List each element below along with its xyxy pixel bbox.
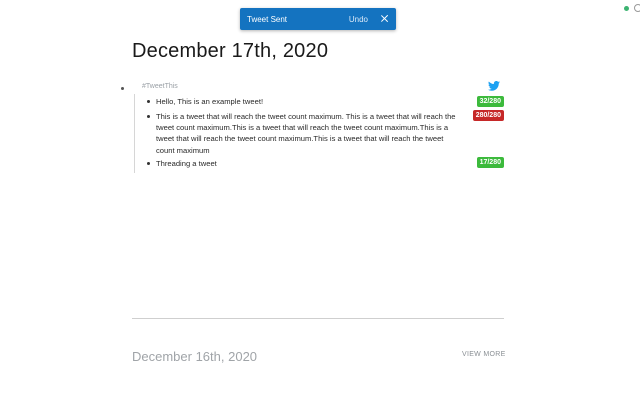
root-block-label[interactable]: #TweetThis (142, 83, 178, 90)
undo-button[interactable]: Undo (349, 15, 368, 24)
next-page-title[interactable]: December 16th, 2020 (132, 349, 257, 364)
edge-ring-icon (634, 4, 640, 12)
tweet-text[interactable]: Hello, This is an example tweet! (156, 96, 464, 107)
tweet-text[interactable]: This is a tweet that will reach the twee… (156, 111, 464, 156)
root-bullet[interactable] (121, 87, 124, 90)
char-count-badge: 32/280 (476, 96, 504, 107)
close-icon[interactable] (381, 15, 389, 23)
thread-line (134, 94, 135, 173)
twitter-bird-icon[interactable] (488, 81, 500, 91)
list-item-bullet[interactable] (147, 162, 150, 165)
toast-notification: Tweet Sent Undo (240, 8, 396, 30)
char-count-badge: 280/280 (472, 110, 504, 121)
tweet-text[interactable]: Threading a tweet (156, 158, 464, 169)
status-dot (624, 6, 629, 11)
divider (132, 318, 504, 319)
page-title: December 17th, 2020 (132, 40, 329, 62)
list-item-bullet[interactable] (147, 115, 150, 118)
view-more-button[interactable]: VIEW MORE (462, 351, 506, 358)
list-item-bullet[interactable] (147, 100, 150, 103)
toast-message: Tweet Sent (247, 14, 288, 24)
char-count-badge: 17/280 (476, 157, 504, 168)
